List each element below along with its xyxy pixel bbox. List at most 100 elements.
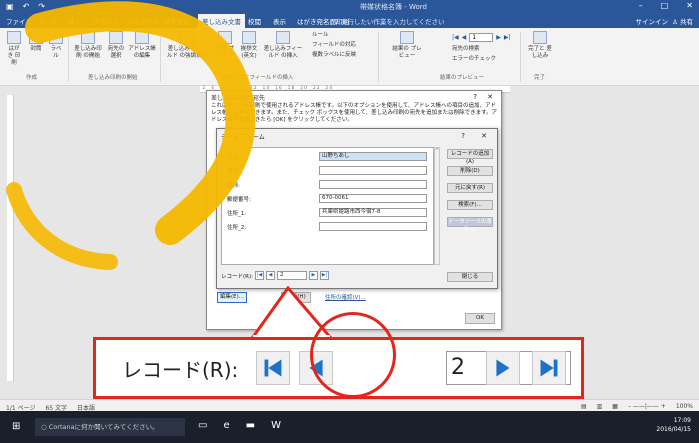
undo-icon[interactable]: ↶ xyxy=(23,2,30,11)
divider xyxy=(68,32,69,82)
tab-layout[interactable]: レイアウト xyxy=(127,16,160,26)
last-record-icon[interactable]: ▶| xyxy=(319,271,329,280)
signin-link[interactable]: サインイン xyxy=(635,18,668,26)
find-recipient-button[interactable]: 宛先の検索 xyxy=(452,46,508,53)
address-block-button[interactable]: 住所 ブロック xyxy=(214,31,236,60)
field-input-address2[interactable] xyxy=(319,222,427,231)
find-button[interactable]: 検索(F)... xyxy=(447,200,493,210)
next-record-icon[interactable]: ▶ xyxy=(496,34,501,41)
tab-mailings[interactable]: 差し込み文書 xyxy=(198,14,245,28)
dialog-description: これは差し込み印刷で使用されるアドレス帳です。以下のオプションを使用して、アドレ… xyxy=(211,103,498,123)
select-recipients-button[interactable]: 宛先の 選択 xyxy=(106,31,126,60)
field-input-address1[interactable]: 兵庫県姫路市西今宿7-8 xyxy=(319,208,427,217)
finish-merge-button[interactable]: 完了と 差し込み xyxy=(526,31,554,60)
clock-date[interactable]: 2016/04/15 xyxy=(656,425,691,434)
finish-icon xyxy=(533,31,547,44)
dialog-title: 差し込み印刷の宛先 xyxy=(211,95,266,102)
help-icon[interactable]: ? xyxy=(473,93,477,101)
close-button[interactable]: 閉じる xyxy=(447,272,493,282)
edit-button[interactable]: 編集(E)... xyxy=(217,292,247,303)
explorer-icon[interactable]: ▬ xyxy=(246,420,255,431)
button-label: アドレス帳 の編集 xyxy=(128,46,156,59)
help-icon[interactable]: ? xyxy=(461,132,465,140)
tell-me-box[interactable]: ♀ 実行したい作業を入力してください xyxy=(334,16,444,26)
field-input-name[interactable]: 山野ちあし xyxy=(319,152,427,161)
read-mode-icon[interactable]: ▤ xyxy=(581,403,587,410)
print-layout-icon[interactable]: ▥ xyxy=(597,403,603,410)
cortana-search[interactable]: ○ Cortanaに何か聞いてみてください。 xyxy=(35,418,185,436)
greeting-icon xyxy=(242,31,256,44)
button-label: 差し込みフィールド の挿入 xyxy=(263,46,303,59)
check-errors-button[interactable]: エラーのチェック xyxy=(452,56,508,63)
vertical-ruler xyxy=(7,95,14,381)
first-record-icon[interactable]: |◀ xyxy=(254,271,264,280)
last-record-icon[interactable]: ▶| xyxy=(504,34,511,41)
prev-record-icon[interactable]: ◀ xyxy=(462,34,467,41)
word-icon[interactable]: W xyxy=(271,420,281,431)
windows-start-icon[interactable]: ⊞ xyxy=(12,421,20,432)
rules-button[interactable]: ルール xyxy=(312,32,374,39)
close-icon[interactable]: ✕ xyxy=(487,93,493,101)
tab-insert[interactable]: 挿入 xyxy=(68,16,81,26)
add-record-button[interactable]: レコードの追加(A) xyxy=(447,149,493,165)
field-input-postal[interactable]: 670-0061 xyxy=(319,194,427,203)
postcard-button[interactable]: はがき 印刷 xyxy=(6,31,22,67)
save-icon[interactable]: ▣ xyxy=(6,2,14,11)
edit-address-book-button[interactable]: アドレス帳 の編集 xyxy=(128,31,156,60)
first-record-icon[interactable]: |◀ xyxy=(452,34,459,41)
edge-icon[interactable]: e xyxy=(223,420,229,431)
share-link[interactable]: 共有 xyxy=(680,18,693,26)
group-create: 作成 xyxy=(26,75,38,81)
insert-field-button[interactable]: 差し込みフィールド の挿入 xyxy=(262,31,304,60)
field-input-honorific[interactable] xyxy=(319,180,427,189)
start-merge-button[interactable]: 差し込み印刷 の開始 xyxy=(72,31,104,60)
button-label: 住所 ブロック xyxy=(215,46,235,59)
match-fields-button[interactable]: フィールドの対応 xyxy=(312,42,374,49)
highlight-fields-button[interactable]: 差し込みフィールド の強調表示 xyxy=(166,31,208,60)
tab-design[interactable]: デザイン xyxy=(93,16,119,26)
update-button[interactable]: 更新(H) xyxy=(281,292,311,303)
insert-field-icon xyxy=(276,31,290,44)
account-area[interactable]: サインイン ♙ 共有 xyxy=(635,16,693,26)
label-button[interactable]: ラベル xyxy=(48,31,64,60)
quick-access-toolbar: ▣ ↶ ↷ xyxy=(6,2,45,11)
verify-address-link[interactable]: 住所の確認(V)... xyxy=(325,293,366,301)
update-labels-button[interactable]: 複数ラベルに反映 xyxy=(312,52,374,59)
tab-review[interactable]: 校閲 xyxy=(248,16,261,26)
tab-file[interactable]: ファイル xyxy=(6,16,32,26)
preview-results-button[interactable]: 結果の プレビュー xyxy=(392,31,422,60)
task-view-icon[interactable]: ▭ xyxy=(198,420,207,431)
button-label: 封筒 xyxy=(30,46,42,52)
maximize-icon[interactable]: □ xyxy=(661,1,669,10)
clock-time[interactable]: 17:09 xyxy=(656,416,691,425)
tab-references[interactable]: 参考資料 xyxy=(164,16,190,26)
button-label: はがき 印刷 xyxy=(7,46,21,66)
divider xyxy=(378,32,379,82)
prev-record-icon[interactable]: ◀ xyxy=(265,271,275,280)
close-icon[interactable]: ✕ xyxy=(481,132,487,140)
title-bar: ▣ ↶ ↷ 帯媒状格名簿 - Word – □ ✕ xyxy=(0,0,699,13)
greeting-button[interactable]: 挨拶文 (英文) xyxy=(238,31,260,60)
field-input-joint-name[interactable] xyxy=(319,166,427,175)
ok-button[interactable]: OK xyxy=(465,313,495,324)
postcard-icon xyxy=(7,31,21,44)
record-number-input[interactable]: 2 xyxy=(276,271,307,280)
restore-button[interactable]: 元に戻す(R) xyxy=(447,183,493,193)
tab-view[interactable]: 表示 xyxy=(273,16,286,26)
ribbon-record-number[interactable]: 1 xyxy=(469,33,494,42)
minimize-icon[interactable]: – xyxy=(639,1,643,10)
redo-icon[interactable]: ↷ xyxy=(38,2,45,11)
envelope-button[interactable]: 封筒 xyxy=(28,31,44,53)
delete-record-button[interactable]: 削除(D) xyxy=(447,166,493,176)
tab-home[interactable]: ホーム xyxy=(38,16,57,26)
next-record-icon[interactable]: ▶ xyxy=(308,271,318,280)
field-scrollbar[interactable]: ^ xyxy=(434,147,440,265)
zoom-level[interactable]: 100% xyxy=(676,403,693,410)
web-layout-icon[interactable]: ▦ xyxy=(612,403,618,410)
find-label: 宛先の検索 xyxy=(452,46,480,52)
group-finish: 完了 xyxy=(534,75,546,81)
window-title: 帯媒状格名簿 - Word xyxy=(360,3,427,11)
zoom-record-label: レコード(R): xyxy=(122,358,239,382)
close-icon[interactable]: ✕ xyxy=(686,1,693,10)
zoom-slider[interactable]: – ——|—— + xyxy=(628,403,666,410)
